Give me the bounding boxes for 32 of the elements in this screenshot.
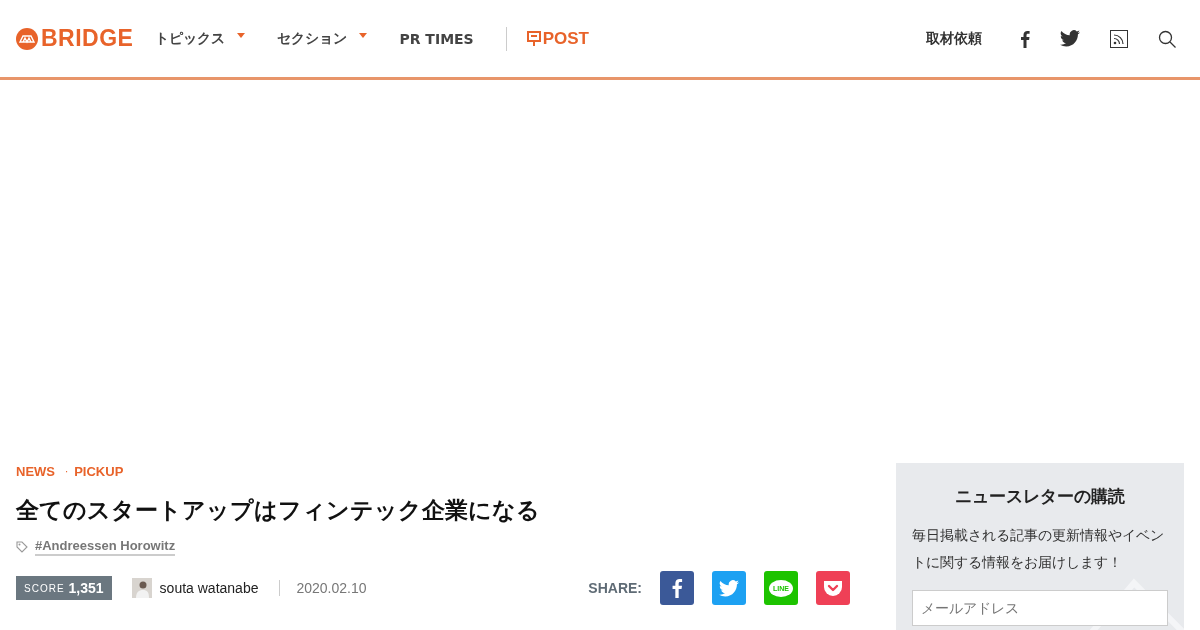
category-link[interactable]: PICKUP [74, 463, 124, 479]
logo-icon [16, 27, 38, 50]
post-logo[interactable]: POST [542, 28, 589, 49]
score-badge: SCORE 1,351 [16, 576, 112, 600]
newsletter-text: 毎日掲載される記事の更新情報やイベントに関する情報をお届けします！ [912, 526, 1165, 572]
nav-link[interactable]: セクション [277, 29, 368, 48]
pocket-share-button[interactable] [816, 571, 850, 605]
twitter-icon [719, 579, 739, 597]
rss-icon[interactable] [1110, 29, 1128, 48]
share-label: SHARE: [588, 580, 642, 596]
nav-link[interactable]: トピックス [155, 29, 246, 48]
post-icon [526, 31, 541, 46]
tag-icon [16, 541, 28, 553]
pocket-icon [823, 579, 843, 597]
request-link[interactable]: 取材依頼 [926, 29, 982, 48]
nav-link[interactable]: PR TIMES [399, 30, 474, 47]
tag-link[interactable]: #Andreessen Horowitz [35, 538, 176, 556]
separator-dot: · [65, 465, 69, 477]
email-field[interactable]: メールアドレス [912, 590, 1168, 626]
newsletter-title: ニュースレターの購読 [954, 485, 1126, 508]
category-link[interactable]: NEWS [16, 463, 55, 479]
search-icon[interactable] [1158, 29, 1176, 48]
site-logo[interactable]: BRIDGE [41, 25, 134, 52]
twitter-icon[interactable] [1060, 30, 1080, 47]
facebook-icon [671, 578, 683, 598]
article-title: 全てのスタートアップはフィンテック企業になる [16, 496, 541, 525]
twitter-share-button[interactable] [712, 571, 746, 605]
facebook-icon[interactable] [1020, 29, 1030, 48]
avatar [131, 578, 152, 598]
facebook-share-button[interactable] [660, 571, 694, 605]
publish-date: 2020.02.10 [296, 580, 367, 596]
author-name[interactable]: souta watanabe [159, 580, 259, 596]
